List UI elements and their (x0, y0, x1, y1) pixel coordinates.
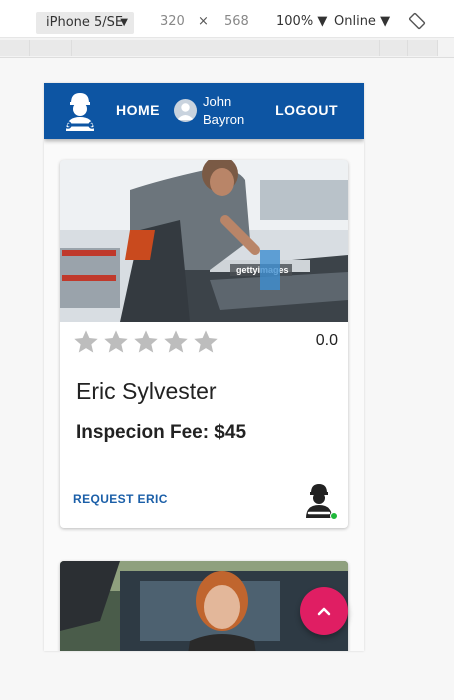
chevron-down-icon: ▼ (317, 14, 328, 29)
devtools-toolbar: iPhone 5/SE ▼ 320 × 568 100% ▼ Online ▼ (0, 0, 454, 38)
dimension-separator: × (198, 14, 209, 29)
rating-stars[interactable] (72, 328, 222, 356)
app-bar: HOME John Bayron LOGOUT (44, 83, 364, 139)
network-value: Online (334, 14, 376, 29)
inspection-fee: Inspecion Fee: $45 (76, 422, 247, 443)
chevron-down-icon: ▼ (120, 17, 128, 28)
ruler-segment[interactable] (380, 40, 408, 56)
mechanic-card: gettyimages 0.0 Eric Sylvester Inspecion… (60, 160, 348, 528)
device-select-label: iPhone 5/SE (46, 15, 124, 30)
star-icon[interactable] (192, 328, 220, 356)
logout-button[interactable]: LOGOUT (275, 102, 338, 118)
ruler-segment[interactable] (408, 40, 438, 56)
chevron-down-icon: ▼ (380, 14, 391, 29)
star-icon[interactable] (102, 328, 130, 356)
ruler-segment[interactable] (72, 40, 380, 56)
user-avatar-icon (174, 99, 197, 122)
zoom-value: 100% (276, 14, 314, 29)
star-icon[interactable] (72, 328, 100, 356)
network-select[interactable]: Online ▼ (334, 14, 390, 29)
mechanic-name: Eric Sylvester (76, 378, 217, 404)
mechanic-logo-icon[interactable] (60, 89, 100, 133)
device-select[interactable]: iPhone 5/SE ▼ (36, 12, 134, 34)
device-viewport: HOME John Bayron LOGOUT get (44, 83, 364, 651)
rating-score: 0.0 (315, 332, 338, 349)
rotate-icon[interactable] (408, 12, 426, 30)
request-mechanic-button[interactable]: REQUEST ERIC (73, 492, 168, 506)
mechanic-photo: gettyimages (60, 160, 348, 322)
zoom-select[interactable]: 100% ▼ (276, 14, 327, 29)
viewport-width[interactable]: 320 (160, 14, 185, 29)
star-icon[interactable] (132, 328, 160, 356)
user-profile-link[interactable]: John Bayron (174, 91, 274, 131)
star-icon[interactable] (162, 328, 190, 356)
online-status-indicator (330, 512, 338, 520)
ruler-segment[interactable] (30, 40, 72, 56)
scroll-top-button[interactable] (300, 587, 348, 635)
ruler-segment[interactable] (0, 40, 30, 56)
viewport-height[interactable]: 568 (224, 14, 249, 29)
media-query-ruler (0, 38, 454, 58)
nav-home-link[interactable]: HOME (116, 102, 160, 118)
user-name: John Bayron (203, 94, 245, 127)
chevron-up-icon (317, 607, 331, 616)
